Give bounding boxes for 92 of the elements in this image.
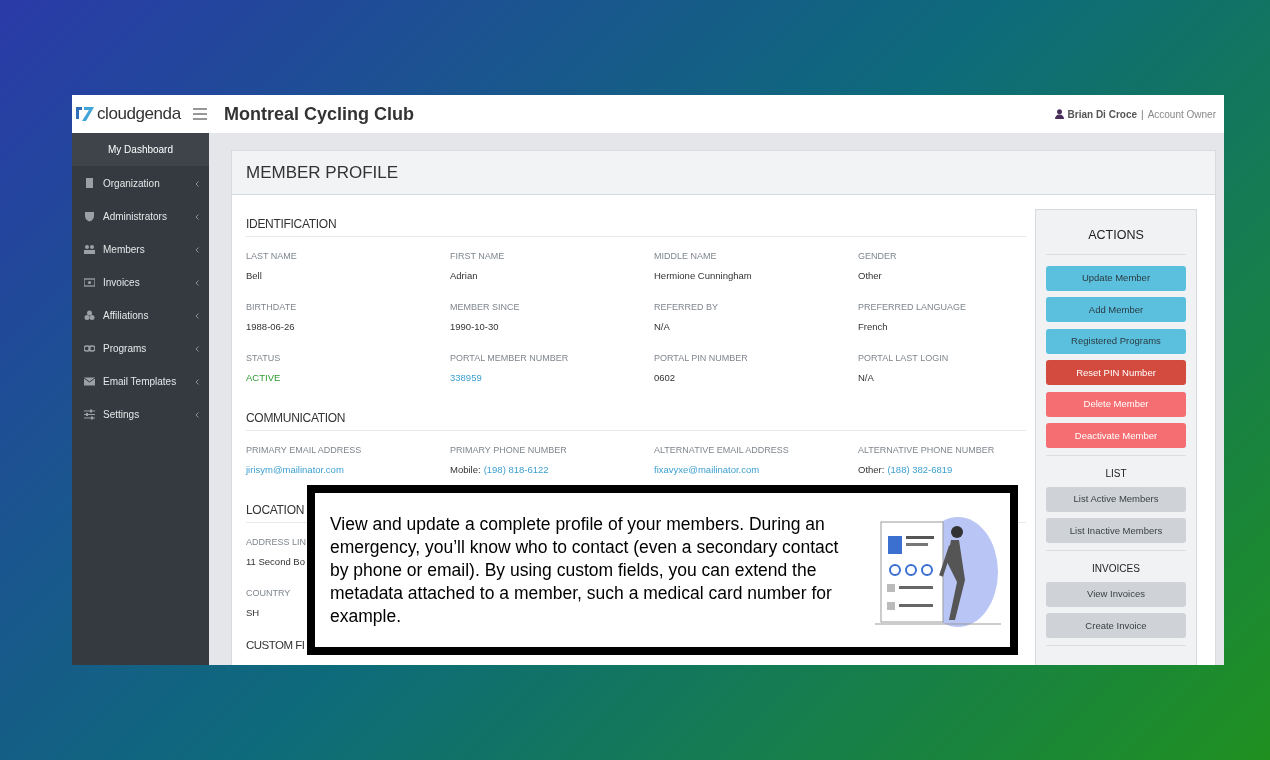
field-label: ADDRESS LIN [246,536,307,548]
field-value: SH [246,606,261,620]
action-button[interactable]: Create Invoice [1046,613,1186,639]
circles-icon [84,310,95,321]
section-title: COMMUNICATION [246,409,346,427]
field-label: LAST NAME [246,250,298,262]
sidebar-item-label: Administrators [103,210,168,224]
field-label: STATUS [246,352,282,364]
field-label: PRIMARY PHONE NUMBER [450,444,568,456]
action-button[interactable]: List Inactive Members [1046,518,1186,544]
chevron-icon [195,279,199,286]
organization-title: Montreal Cycling Club [224,102,414,126]
sidebar-item-label: Programs [103,342,148,356]
field-label: REFERRED BY [654,301,719,313]
field-label: BIRTHDATE [246,301,298,313]
separator-text: | [1141,107,1144,122]
field-label: MEMBER SINCE [450,301,521,313]
sidebar-item[interactable]: My Dashboard [72,133,209,166]
section-title: IDENTIFICATION [246,215,337,233]
sidebar-item-label: Members [103,243,146,257]
sidebar-item[interactable]: Administrators [72,200,209,233]
field-label: GENDER [858,250,898,262]
sidebar-item[interactable]: Email Templates [72,365,209,398]
shield-icon [84,211,95,222]
chevron-icon [195,312,199,319]
action-button[interactable]: Registered Programs [1046,328,1186,354]
status-value: ACTIVE [246,371,282,385]
group-title: INVOICES [1092,562,1140,574]
user-icon [1054,109,1064,119]
sidebar-item-label: Settings [103,408,141,422]
logo-text: cloudgenda [97,103,181,126]
field-value: 0602 [654,371,677,385]
phone-type: Other: [858,464,885,475]
field-value: 1988-06-26 [246,320,296,334]
field-label: PREFERRED LANGUAGE [858,301,968,313]
chevron-icon [195,213,199,220]
sidebar-item[interactable]: Affiliations [72,299,209,332]
sidebar-item-label: Organization [103,177,161,191]
field-value: N/A [654,320,671,334]
field-label: MIDDLE NAME [654,250,718,262]
sidebar-item[interactable]: Members [72,233,209,266]
field-value: French [858,320,889,334]
field-label: FIRST NAME [450,250,506,262]
action-button[interactable]: Reset PIN Number [1046,360,1186,386]
field-value: Bell [246,269,263,283]
field-label: PORTAL LAST LOGIN [858,352,950,364]
action-button[interactable]: Update Member [1046,265,1186,291]
envelope-icon [84,376,95,387]
field-label: PORTAL MEMBER NUMBER [450,352,570,364]
field-value: N/A [858,371,875,385]
logo-icon [75,105,95,123]
section-title: LOCATION [246,501,305,519]
money-icon [84,277,95,288]
field-value: Other [858,269,883,283]
sidebar-item-label: My Dashboard [108,143,173,157]
chevron-icon [195,378,199,385]
page-title: MEMBER PROFILE [246,161,399,184]
action-button[interactable]: Add Member [1046,297,1186,323]
user-role: Account Owner [1147,107,1216,122]
sidebar-item[interactable]: Settings [72,398,209,431]
field-value: Adrian [450,269,479,283]
action-button[interactable]: List Active Members [1046,486,1186,512]
users-icon [84,244,95,255]
action-button[interactable]: View Invoices [1046,581,1186,607]
group-title: ACTIONS [1088,228,1144,242]
sidebar-item-label: Invoices [103,276,141,290]
section-title: CUSTOM FI [246,638,305,654]
menu-icon[interactable] [192,108,207,120]
chevron-icon [195,345,199,352]
building-icon [84,178,95,189]
sidebar-item[interactable]: Organization [72,167,209,200]
callout-text: View and update a complete profile of your members. During an emergency, you’ll know who to contact (even a secondary contact by phone or email). By using custom fields, you can extend the metadata attached to a member, such a medical card number for example. [330,512,840,628]
sidebar-item-label: Email Templates [103,375,178,389]
sidebar-item-label: Affiliations [103,309,150,323]
chevron-icon [195,246,199,253]
field-value: Hermione Cunningham [654,269,753,283]
sliders-icon [84,409,95,420]
group-title: LIST [1105,467,1127,479]
field-label: ALTERNATIVE PHONE NUMBER [858,444,996,456]
sidebar-item[interactable]: Programs [72,332,209,365]
field-label: ALTERNATIVE EMAIL ADDRESS [654,444,790,456]
user-name[interactable]: Brian Di Croce [1067,106,1137,122]
field-value: 11 Second Bo [246,555,306,569]
field-label: COUNTRY [246,587,292,599]
sidebar-item[interactable]: Invoices [72,266,209,299]
chevron-icon [195,180,199,187]
field-label: PRIMARY EMAIL ADDRESS [246,444,363,456]
chevron-icon [195,411,199,418]
link-icon [84,343,95,354]
phone-type: Mobile: [450,464,481,475]
field-value: 1990-10-30 [450,320,500,334]
field-label: PORTAL PIN NUMBER [654,352,749,364]
